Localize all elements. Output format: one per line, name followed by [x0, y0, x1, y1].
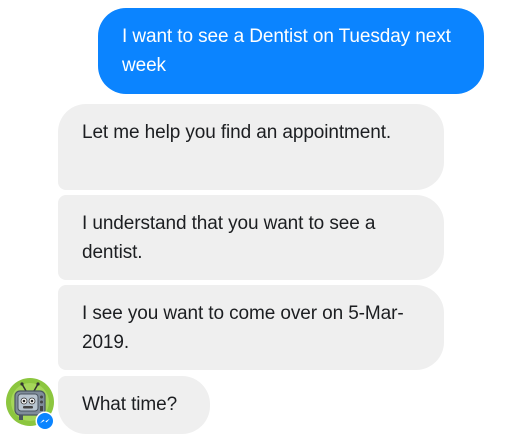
message-text: What time?	[82, 394, 178, 415]
message-text: I see you want to come over on 5-Mar-201…	[82, 303, 404, 353]
messenger-badge	[35, 411, 55, 431]
message-text: I understand that you want to see a dent…	[82, 213, 376, 263]
user-message-bubble: I want to see a Dentist on Tuesday next …	[98, 8, 484, 94]
bot-message-bubble: What time?	[58, 376, 210, 434]
bot-message-bubble: Let me help you find an appointment.	[58, 104, 444, 190]
bot-message-bubble: I see you want to come over on 5-Mar-201…	[58, 285, 444, 370]
messenger-icon	[35, 411, 55, 431]
bot-message-bubble: I understand that you want to see a dent…	[58, 195, 444, 280]
message-text: I want to see a Dentist on Tuesday next …	[122, 26, 451, 76]
message-text: Let me help you find an appointment.	[82, 122, 392, 143]
